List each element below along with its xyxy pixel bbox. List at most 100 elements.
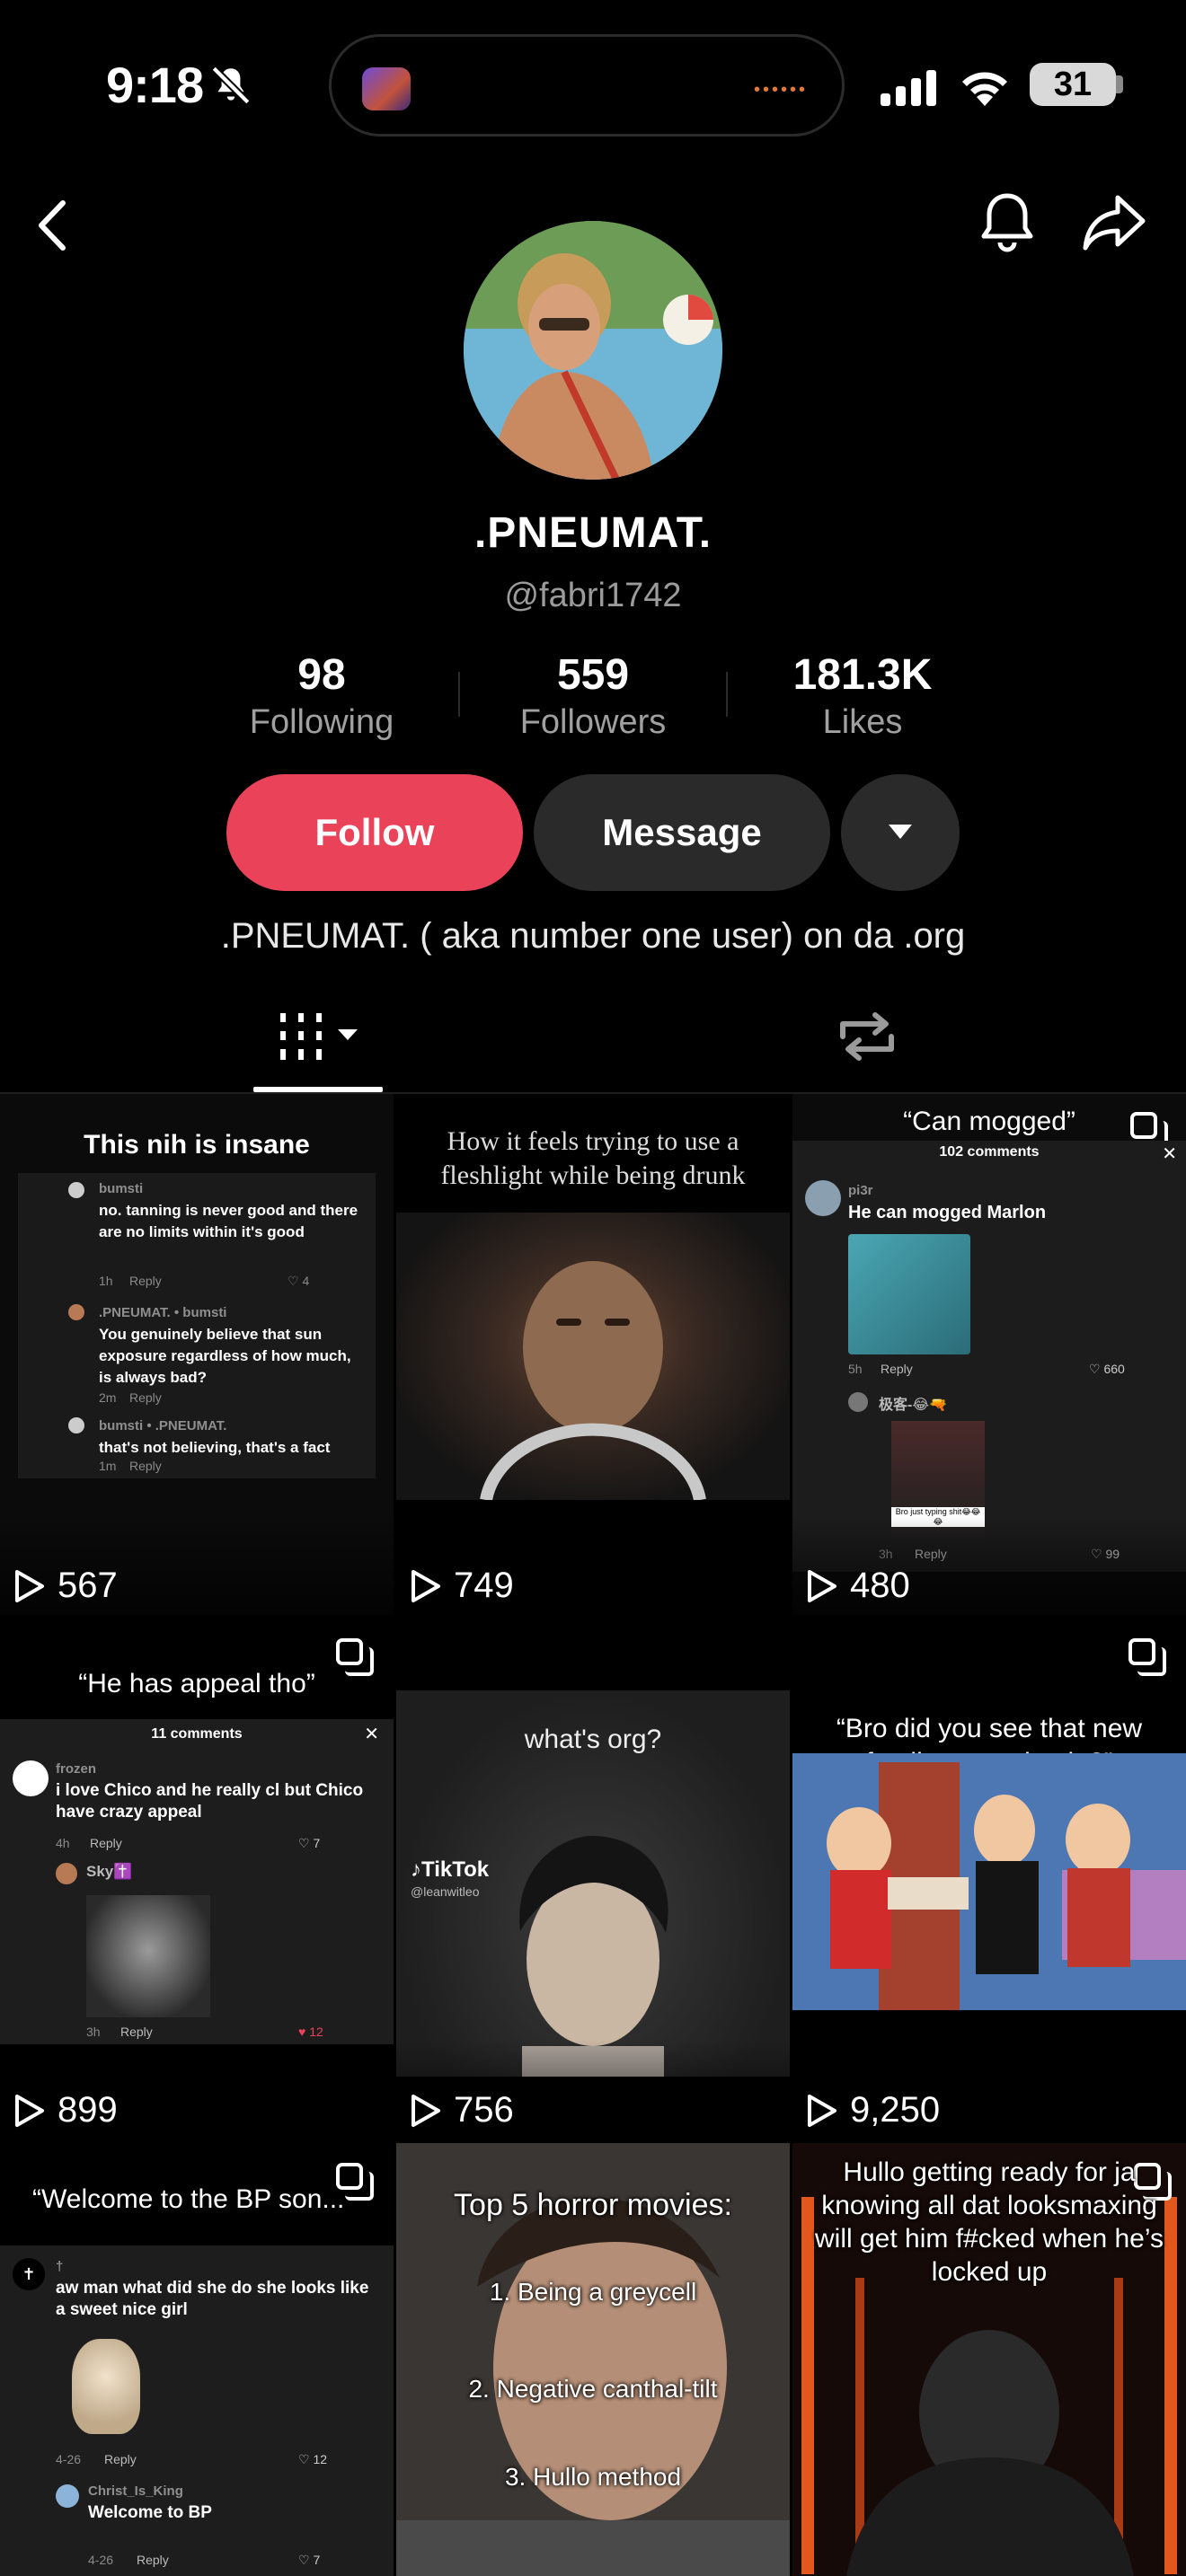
play-icon	[412, 2094, 440, 2127]
dynamic-island[interactable]: ••••••	[329, 34, 845, 137]
multi-post-icon	[336, 1638, 374, 1676]
close-icon: ✕	[364, 1725, 379, 1744]
video-caption: “He has appeal tho”	[78, 1669, 315, 1698]
view-count: 756	[411, 2090, 514, 2130]
commenter-avatar	[68, 1304, 84, 1320]
following-count: 98	[297, 651, 346, 699]
view-count: 480	[807, 1566, 910, 1606]
view-count: 567	[14, 1566, 118, 1606]
battery-cap	[1116, 75, 1123, 93]
reply-link: Reply	[129, 1390, 162, 1405]
back-arrow-icon[interactable]	[34, 199, 70, 251]
comment-time: 1m	[99, 1459, 117, 1473]
list-item-1: 1. Being a greycell	[489, 2278, 697, 2306]
tiktok-watermark: ♪TikTok	[411, 1857, 490, 1882]
status-time: 9:18	[106, 57, 204, 113]
comment-panel: 11 comments ✕ frozen i love Chico and he…	[0, 1719, 394, 2044]
reply-image	[86, 1895, 210, 2017]
video-tile[interactable]: This nih is insane bumsti no. tanning is…	[0, 1094, 394, 1615]
video-thumbnail	[396, 1213, 790, 1502]
stat-following[interactable]: 98 Following	[214, 650, 429, 742]
list-item-2: 2. Negative canthal-tilt	[468, 2375, 718, 2403]
likes-count: 181.3K	[792, 651, 933, 699]
comment-panel: ✝ † aw man what did she do she looks lik…	[0, 2245, 394, 2576]
comment-time: 2m	[99, 1390, 117, 1405]
video-caption: what's org?	[524, 1725, 662, 1754]
reply-link: Reply	[137, 2553, 169, 2567]
reply-username: 极客-😂🔫	[879, 1398, 947, 1413]
view-count: 9,250	[807, 2090, 940, 2130]
reply-link: Reply	[881, 1362, 913, 1376]
commenter-avatar: ✝	[13, 2258, 45, 2290]
silent-bell-icon	[211, 66, 251, 105]
comment-likes: ♥ 12	[298, 2025, 323, 2039]
play-icon	[15, 2094, 44, 2127]
message-button[interactable]: Message	[534, 774, 830, 891]
followers-label: Followers	[519, 703, 667, 741]
comments-count: 102 comments	[939, 1144, 1040, 1160]
video-tile[interactable]: “Can mogged” 102 comments ✕ pi3r He can …	[792, 1094, 1186, 1615]
reply-link: Reply	[104, 2452, 137, 2466]
video-caption: How it feels trying to use a fleshlight …	[440, 1126, 746, 1190]
tab-videos[interactable]	[277, 1011, 376, 1062]
video-tile[interactable]: Hullo getting ready for ja knowing all d…	[792, 2143, 1186, 2576]
play-icon	[412, 1569, 440, 1602]
tab-reposts-icon[interactable]	[836, 1010, 898, 1063]
profile-avatar[interactable]	[464, 221, 722, 480]
comment-likes: ♡ 7	[298, 2553, 321, 2567]
view-count: 899	[14, 2090, 118, 2130]
reply-link: Reply	[129, 1274, 162, 1288]
reply-username: Sky✝️	[86, 1863, 133, 1880]
comment-likes: ♡ 7	[298, 1836, 321, 1850]
commenter-avatar	[68, 1417, 84, 1434]
stat-likes: 181.3K Likes	[755, 650, 970, 742]
view-count: 749	[411, 1566, 514, 1606]
multi-post-icon	[1128, 1638, 1166, 1676]
comment-likes: ♡ 12	[298, 2452, 328, 2466]
video-tile[interactable]: How it feels trying to use a fleshlight …	[396, 1094, 790, 1615]
video-tile[interactable]: “He has appeal tho” 11 comments ✕ frozen…	[0, 1619, 394, 2139]
follow-button[interactable]: Follow	[226, 774, 523, 891]
commenter-avatar	[56, 2484, 79, 2508]
reply-link: Reply	[90, 1836, 122, 1850]
share-arrow-icon[interactable]	[1082, 192, 1146, 251]
video-thumbnail	[792, 1753, 1186, 2010]
play-icon	[808, 2094, 836, 2127]
notification-bell-icon[interactable]	[978, 190, 1037, 255]
comment: pi3r He can mogged Marlon	[848, 1183, 1047, 1222]
comment-time: 4-26	[56, 2452, 82, 2466]
play-icon	[15, 1569, 44, 1602]
comment-time: 5h	[848, 1362, 863, 1376]
battery-indicator: 31	[1030, 63, 1116, 106]
video-tile[interactable]: Top 5 horror movies: 1. Being a greycell…	[396, 2143, 790, 2576]
multi-post-icon	[1130, 1112, 1168, 1150]
dropdown-triangle-icon	[889, 825, 912, 839]
video-caption: This nih is insane	[84, 1130, 310, 1160]
comment-time: 1h	[99, 1274, 113, 1288]
comment-likes: ♡ 660	[1089, 1362, 1125, 1376]
commenter-avatar	[68, 1182, 84, 1198]
comment: Christ_Is_King Welcome to BP	[88, 2483, 212, 2522]
video-caption: “Can mogged”	[903, 1107, 1075, 1136]
commenter-avatar	[848, 1392, 868, 1412]
likes-label: Likes	[822, 703, 903, 741]
video-tile[interactable]: “Welcome to the BP son... ✝ † aw man wha…	[0, 2143, 394, 2576]
comment-panel: bumsti no. tanning is never good and the…	[18, 1173, 376, 1478]
more-options-button[interactable]	[841, 774, 960, 891]
stat-followers[interactable]: 559 Followers	[485, 650, 701, 742]
commenter-avatar	[13, 1760, 49, 1796]
cellular-signal-icon	[881, 70, 936, 106]
comment-time: 4h	[56, 1836, 70, 1850]
wifi-icon	[962, 72, 1007, 106]
profile-display-name: .PNEUMAT.	[474, 509, 712, 557]
commenter-avatar	[805, 1180, 841, 1216]
comment: † aw man what did she do she looks like …	[56, 2259, 369, 2319]
video-tile[interactable]: “Bro did you see that new family guy epi…	[792, 1619, 1186, 2139]
video-caption: Hullo getting ready for ja knowing all d…	[815, 2157, 1164, 2287]
video-caption: “Welcome to the BP son...	[32, 2184, 345, 2214]
followers-count: 559	[556, 651, 630, 699]
video-tile[interactable]: what's org? ♪TikTok @leanwitleo 756	[396, 1619, 790, 2139]
stat-divider	[726, 672, 728, 717]
watermark-handle: @leanwitleo	[411, 1884, 480, 1899]
videos-grid-icon	[280, 1013, 358, 1060]
